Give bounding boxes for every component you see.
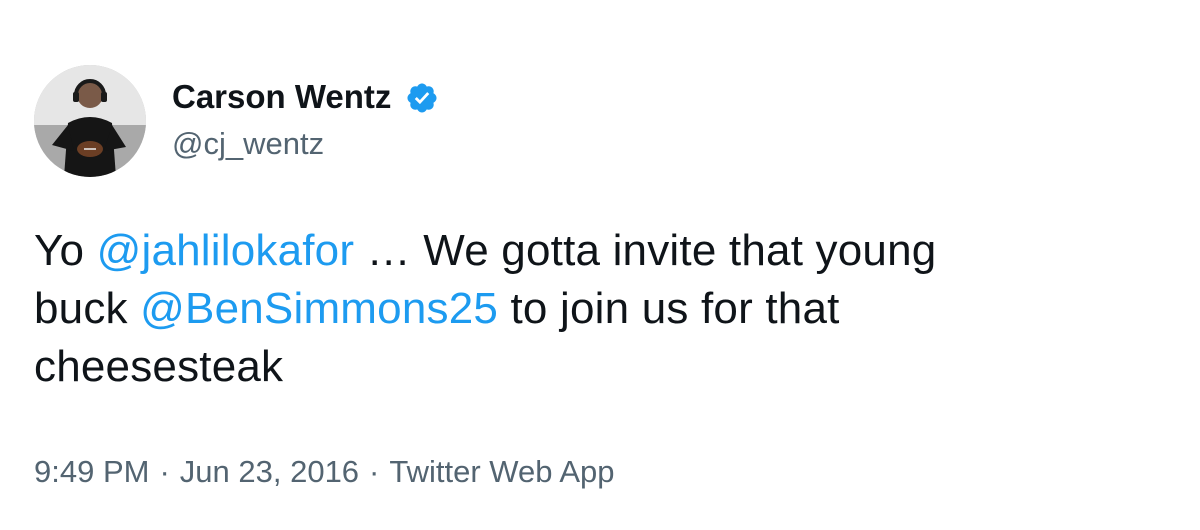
tweet-text-segment: Yo bbox=[34, 226, 97, 275]
mention-jahlilokafor[interactable]: @jahlilokafor bbox=[97, 226, 355, 275]
tweet-text: Yo @jahlilokafor … We gotta invite that … bbox=[34, 222, 1174, 396]
tweet-text-segment: to join us for that bbox=[498, 284, 840, 333]
tweet-source-link[interactable]: Twitter Web App bbox=[389, 454, 614, 489]
avatar[interactable] bbox=[34, 65, 146, 177]
tweet-text-segment: buck bbox=[34, 284, 141, 333]
display-name[interactable]: Carson Wentz bbox=[172, 76, 391, 118]
user-handle[interactable]: @cj_wentz bbox=[172, 124, 324, 164]
tweet-card: Carson Wentz @cj_wentz Yo @jahlilokafor … bbox=[0, 0, 1200, 530]
tweet-line-3: cheesesteak bbox=[34, 338, 1174, 396]
verified-badge-icon bbox=[407, 83, 437, 113]
tweet-text-segment: … We gotta invite that young bbox=[354, 226, 937, 275]
separator-dot: · bbox=[159, 454, 170, 489]
avatar-photo bbox=[34, 65, 146, 177]
separator-dot: · bbox=[369, 454, 380, 489]
tweet-time[interactable]: 9:49 PM bbox=[34, 454, 149, 489]
tweet-text-segment: cheesesteak bbox=[34, 342, 284, 391]
mention-bensimmons25[interactable]: @BenSimmons25 bbox=[140, 284, 498, 333]
tweet-date[interactable]: Jun 23, 2016 bbox=[180, 454, 359, 489]
tweet-metadata: 9:49 PM · Jun 23, 2016 · Twitter Web App bbox=[34, 452, 615, 492]
tweet-line-1: Yo @jahlilokafor … We gotta invite that … bbox=[34, 222, 1174, 280]
tweet-line-2: buck @BenSimmons25 to join us for that bbox=[34, 280, 1174, 338]
